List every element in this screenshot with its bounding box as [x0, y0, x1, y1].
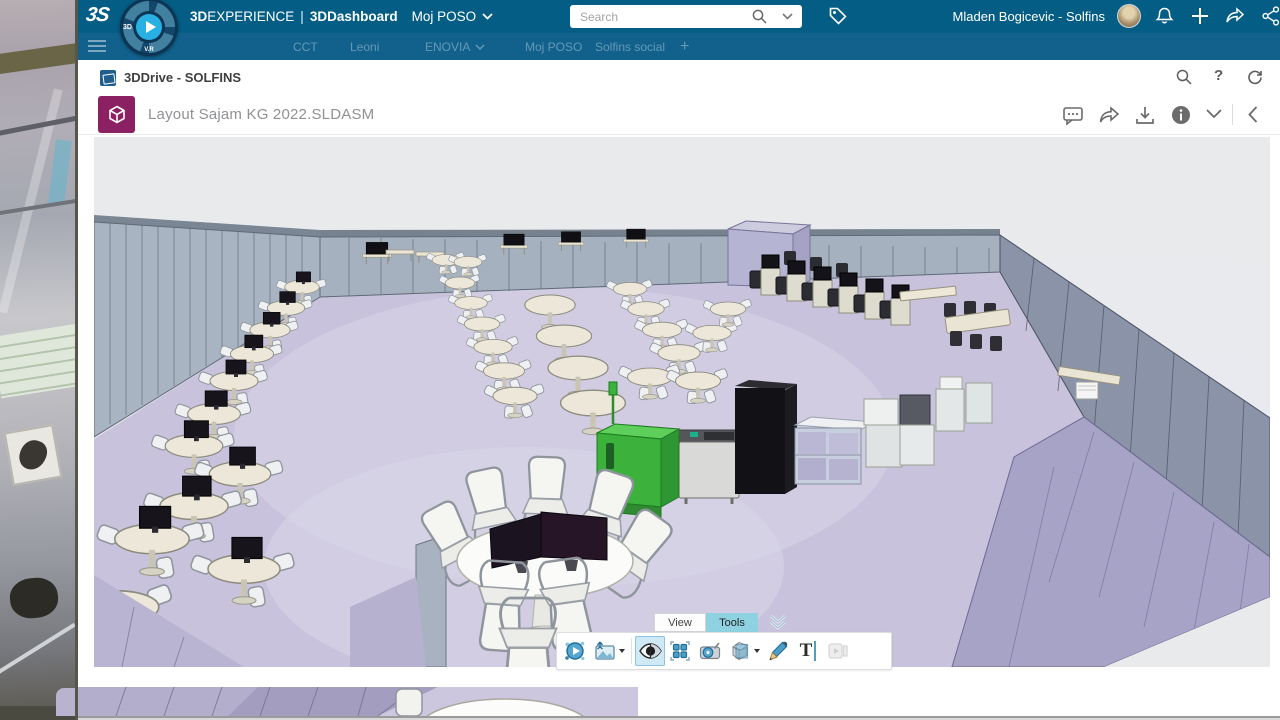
- scene-black-cabinet: [735, 380, 797, 494]
- brand-3d: 3D: [190, 9, 207, 24]
- download-icon[interactable]: [1134, 104, 1156, 126]
- search-options-chevron-icon[interactable]: [782, 13, 793, 20]
- ambience-play-tool[interactable]: [560, 636, 590, 666]
- brand-title: 3DEXPERIENCE | 3DDashboard Moj POSO: [190, 0, 493, 33]
- 3d-viewport[interactable]: View Tools: [94, 137, 1270, 667]
- user-menu[interactable]: Mladen Bogicevic - Solfins: [953, 0, 1105, 33]
- collapse-panel-chevron-left-icon[interactable]: [1248, 106, 1258, 123]
- widget-search-icon[interactable]: [1175, 68, 1193, 86]
- add-tab-button[interactable]: +: [680, 33, 689, 60]
- text-annotation-tool[interactable]: T: [793, 636, 823, 666]
- viewer-tab-switch: View Tools: [654, 613, 758, 632]
- add-content-plus-icon[interactable]: [1190, 6, 1210, 26]
- divider: [1232, 104, 1233, 125]
- widget-title: 3DDrive - SOLFINS: [124, 70, 241, 85]
- compass-3d-label: 3D: [123, 24, 132, 31]
- document-bar: Layout Sajam KG 2022.SLDASM: [78, 95, 1280, 135]
- toolbar-collapse-double-chevron-icon[interactable]: [768, 614, 788, 631]
- page-gap: [78, 667, 1280, 687]
- brand-separator: |: [300, 9, 304, 24]
- tab-moj-poso[interactable]: Moj POSO: [525, 33, 582, 60]
- refresh-icon[interactable]: [1246, 68, 1264, 86]
- tag-icon[interactable]: [828, 6, 848, 26]
- user-name: Mladen Bogicevic - Solfins: [953, 9, 1105, 24]
- chevron-down-icon: [482, 13, 493, 20]
- compass-vr-label: V.R: [144, 47, 153, 53]
- avatar[interactable]: [1117, 4, 1141, 28]
- divider: [631, 638, 632, 664]
- widget-title-row: 3DDrive - SOLFINS: [100, 60, 241, 95]
- desktop-photo-strip: [0, 0, 78, 720]
- share-nodes-icon[interactable]: [1262, 6, 1280, 26]
- viewer-toolbar: T: [556, 632, 892, 670]
- brand-experience: EXPERIENCE: [207, 9, 294, 24]
- hide-show-tool[interactable]: [635, 636, 665, 666]
- chevron-down-icon[interactable]: [1206, 109, 1222, 119]
- hamburger-menu-icon[interactable]: [88, 40, 106, 53]
- dashboard-menu[interactable]: Moj POSO: [412, 9, 494, 24]
- search-icon[interactable]: [751, 8, 768, 25]
- document-title: Layout Sajam KG 2022.SLDASM: [148, 95, 374, 133]
- scrolled-scene-strip: [78, 687, 1280, 716]
- brand-app: 3DDashboard: [310, 9, 398, 24]
- text-cursor: [814, 641, 816, 661]
- tab-view[interactable]: View: [654, 613, 706, 632]
- global-search: [570, 5, 802, 28]
- 3d-scene: [94, 137, 1270, 667]
- 3d-part-icon: [98, 96, 135, 133]
- chevron-down-icon: [475, 44, 485, 50]
- screenshot: 3S 3D V.R 3DEXPERIENCE | 3DDashboard Moj…: [0, 0, 1280, 720]
- 3dexperience-window: 3S 3D V.R 3DEXPERIENCE | 3DDashboard Moj…: [78, 0, 1280, 720]
- tab-leoni[interactable]: Leoni: [350, 33, 379, 60]
- dashboard-tab-bar: CCT Leoni ENOVIA Moj POSO Solfins social…: [78, 33, 1280, 60]
- playback-tool-disabled: [823, 636, 853, 666]
- zoom-fit-tool[interactable]: [665, 636, 695, 666]
- ink-annotation-tool[interactable]: [763, 636, 793, 666]
- compass-center: [133, 11, 165, 43]
- 3ddrive-icon: [100, 70, 116, 86]
- 3dexperience-compass-logo[interactable]: 3D V.R: [120, 0, 178, 56]
- play-icon: [136, 14, 162, 40]
- scene-gray-machine: [677, 430, 741, 504]
- dassault-3ds-logo[interactable]: 3S: [84, 4, 110, 27]
- top-bar: 3S 3D V.R 3DEXPERIENCE | 3DDashboard Moj…: [78, 0, 1280, 33]
- tab-cct[interactable]: CCT: [293, 33, 318, 60]
- dashboard-menu-label: Moj POSO: [412, 9, 477, 24]
- help-icon[interactable]: ?: [1214, 67, 1223, 84]
- share-icon[interactable]: [1225, 6, 1246, 26]
- dropdown-caret-icon: [619, 649, 625, 653]
- tab-tools[interactable]: Tools: [706, 613, 758, 632]
- tab-enovia[interactable]: ENOVIA: [425, 33, 485, 60]
- share-arrow-icon[interactable]: [1098, 104, 1121, 126]
- comments-icon[interactable]: [1062, 104, 1084, 126]
- section-tool[interactable]: [725, 636, 763, 666]
- info-icon[interactable]: [1170, 104, 1192, 126]
- notifications-bell-icon[interactable]: [1154, 6, 1175, 27]
- dropdown-caret-icon: [754, 649, 760, 653]
- tab-solfins-social[interactable]: Solfins social: [595, 33, 665, 60]
- measure-tool[interactable]: [695, 636, 725, 666]
- capture-image-tool[interactable]: [590, 636, 628, 666]
- widget-header: 3DDrive - SOLFINS ?: [78, 60, 1280, 95]
